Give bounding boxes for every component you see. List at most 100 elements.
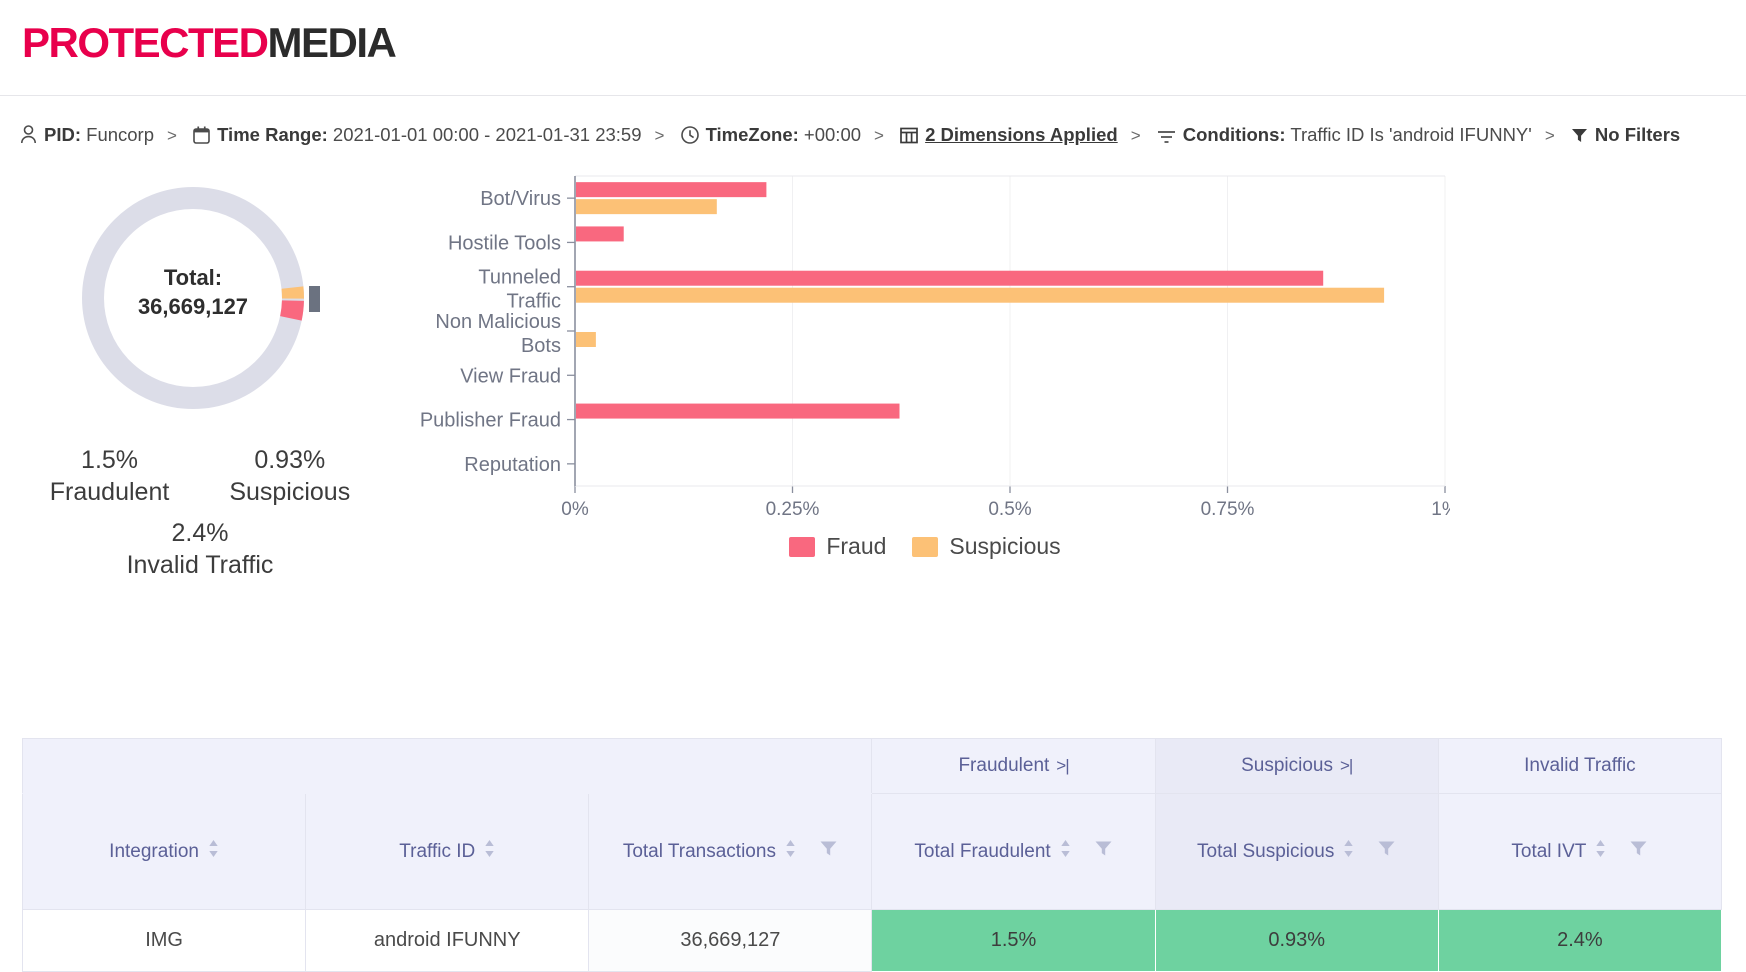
breadcrumb-label-conditions: Conditions: xyxy=(1182,124,1286,145)
filter-icon[interactable] xyxy=(1629,839,1648,864)
breadcrumb-item-conditions[interactable]: Conditions: Traffic ID Is 'android IFUNN… xyxy=(1157,124,1534,145)
table-group-header-row: Fraudulent >| Suspicious >| Invalid Traffi… xyxy=(21,738,1723,794)
filter-icon[interactable] xyxy=(819,839,838,864)
breadcrumb-separator: > xyxy=(874,126,884,145)
cell-total-ivt: 2.4% xyxy=(1437,909,1723,972)
column-header-total-transactions[interactable]: Total Transactions xyxy=(588,793,873,910)
svg-text:Traffic: Traffic xyxy=(507,291,561,313)
kpi-invalid-traffic-value: 2.4% xyxy=(171,519,229,547)
breadcrumb-label-filters: No Filters xyxy=(1594,124,1681,145)
svg-text:0.5%: 0.5% xyxy=(988,499,1031,520)
sliders-icon xyxy=(1157,115,1176,160)
bar-chart-panel: 0% 0.25% 0.5% 0.75% 1% Bot/Virus Hostile Tools… xyxy=(400,168,1459,638)
bar-chart: 0% 0.25% 0.5% 0.75% 1% Bot/Virus Hostile Tools… xyxy=(420,175,1459,520)
filter-icon[interactable] xyxy=(1377,839,1396,864)
kpi-suspicious-value: 0.93% xyxy=(254,446,326,474)
cell-traffic-id: android IFUNNY xyxy=(305,909,590,972)
breadcrumb-item-dimensions[interactable]: 2 Dimensions Applied xyxy=(900,124,1120,145)
breadcrumb-item-timezone[interactable]: TimeZone: +00:00 xyxy=(680,124,863,145)
svg-text:Bots: Bots xyxy=(521,335,561,357)
sort-arrows-icon[interactable] xyxy=(785,839,796,864)
kpi-fraudulent-value: 1.5% xyxy=(81,446,139,474)
breadcrumb-label-timezone: TimeZone: xyxy=(705,124,799,145)
breadcrumb-item-pid[interactable]: PID: Funcorp xyxy=(20,124,156,145)
brand-logo: PROTECTEDMEDIA xyxy=(22,22,1746,64)
kpi-summary: 1.5% Fraudulent 0.93% Suspicious 2.4% In… xyxy=(20,444,380,581)
breadcrumb-separator: > xyxy=(167,126,177,145)
group-header-fraudulent[interactable]: Fraudulent >| xyxy=(871,738,1156,794)
sort-arrows-icon[interactable] xyxy=(208,839,219,864)
group-header-invalid-traffic-label: Invalid Traffic xyxy=(1524,755,1636,776)
results-table: Fraudulent >| Suspicious >| Invalid Traffi… xyxy=(21,738,1723,972)
legend-label-suspicious: Suspicious xyxy=(949,533,1061,559)
svg-text:0%: 0% xyxy=(561,499,589,520)
svg-text:Publisher Fraud: Publisher Fraud xyxy=(420,410,561,432)
column-header-traffic-id-label: Traffic ID xyxy=(399,840,476,862)
kpi-invalid-traffic-label: Invalid Traffic xyxy=(126,551,274,579)
group-header-blank xyxy=(21,738,873,794)
column-header-total-ivt[interactable]: Total IVT xyxy=(1437,793,1723,910)
donut-total-value: 36,669,127 xyxy=(137,293,249,319)
cell-total-suspicious: 0.93% xyxy=(1154,909,1439,972)
donut-chart: Total: 36,669,127 xyxy=(80,178,340,418)
kpi-invalid-traffic: 2.4% Invalid Traffic xyxy=(127,517,274,581)
svg-text:View Fraud: View Fraud xyxy=(460,365,561,387)
breadcrumb-separator: > xyxy=(1544,126,1555,145)
svg-text:Reputation: Reputation xyxy=(464,454,561,476)
sort-arrows-icon[interactable] xyxy=(1595,839,1606,864)
svg-text:Bot/Virus: Bot/Virus xyxy=(480,188,561,210)
donut-total-label: Total: xyxy=(163,265,223,290)
legend-swatch-fraud xyxy=(789,536,816,557)
app-header: PROTECTEDMEDIA xyxy=(0,0,1746,96)
breadcrumb-link-dimensions[interactable]: 2 Dimensions Applied xyxy=(925,124,1118,145)
charts-section: Total: 36,669,127 1.5% Fraudulent 0.93% … xyxy=(0,168,1746,638)
column-header-total-transactions-label: Total Transactions xyxy=(622,840,776,862)
breadcrumb-value-timezone: +00:00 xyxy=(803,124,862,145)
column-header-total-ivt-label: Total IVT xyxy=(1511,840,1587,862)
legend-swatch-suspicious xyxy=(912,536,939,557)
user-icon xyxy=(20,115,37,160)
group-header-fraudulent-label: Fraudulent xyxy=(958,755,1050,776)
table-row[interactable]: IMG android IFUNNY 36,669,127 1.5% 0.93%… xyxy=(21,909,1723,972)
filter-icon[interactable] xyxy=(1094,839,1113,864)
column-header-integration[interactable]: Integration xyxy=(21,793,307,910)
kpi-fraudulent: 1.5% Fraudulent xyxy=(50,444,170,508)
sort-arrows-icon[interactable] xyxy=(1343,839,1354,864)
svg-text:Tunneled: Tunneled xyxy=(478,267,561,289)
legend-label-fraud: Fraud xyxy=(826,533,887,559)
cell-total-transactions: 36,669,127 xyxy=(588,909,873,972)
svg-text:Non Malicious: Non Malicious xyxy=(435,311,561,333)
legend-item-suspicious[interactable]: Suspicious xyxy=(912,533,1061,560)
breadcrumb: PID: Funcorp > Time Range: 2021-01-01 00:… xyxy=(0,96,1746,168)
logo-text-primary: PROTECTED xyxy=(22,19,269,66)
breadcrumb-value-conditions: Traffic ID Is 'android IFUNNY' xyxy=(1290,124,1532,145)
clock-icon xyxy=(680,115,699,160)
svg-text:Hostile Tools: Hostile Tools xyxy=(448,232,561,254)
kpi-suspicious: 0.93% Suspicious xyxy=(229,444,350,508)
column-header-total-fraudulent-label: Total Fraudulent xyxy=(914,840,1051,862)
breadcrumb-item-filters[interactable]: No Filters xyxy=(1571,124,1682,145)
breadcrumb-separator: > xyxy=(1130,126,1141,145)
breadcrumb-label-time-range: Time Range: xyxy=(217,124,328,145)
expand-icon[interactable]: >| xyxy=(1340,756,1353,775)
column-header-total-fraudulent[interactable]: Total Fraudulent xyxy=(871,793,1156,910)
expand-icon[interactable]: >| xyxy=(1056,756,1069,775)
column-header-integration-label: Integration xyxy=(109,840,199,862)
column-header-traffic-id[interactable]: Traffic ID xyxy=(305,793,590,910)
cell-integration: IMG xyxy=(21,909,307,972)
donut-center-text: Total: 36,669,127 xyxy=(80,264,306,321)
donut-chart-panel: Total: 36,669,127 1.5% Fraudulent 0.93% … xyxy=(20,178,400,581)
filter-icon xyxy=(1571,115,1588,160)
sort-arrows-icon[interactable] xyxy=(1060,839,1071,864)
column-header-total-suspicious[interactable]: Total Suspicious xyxy=(1154,793,1439,910)
svg-text:0.25%: 0.25% xyxy=(766,499,820,520)
group-header-suspicious-label: Suspicious xyxy=(1241,755,1333,776)
column-header-total-suspicious-label: Total Suspicious xyxy=(1197,840,1335,862)
sort-arrows-icon[interactable] xyxy=(484,839,495,864)
legend-item-fraud[interactable]: Fraud xyxy=(789,533,886,560)
group-header-suspicious[interactable]: Suspicious >| xyxy=(1154,738,1439,794)
group-header-invalid-traffic[interactable]: Invalid Traffic xyxy=(1437,738,1723,794)
breadcrumb-item-time-range[interactable]: Time Range: 2021-01-01 00:00 - 2021-01-3… xyxy=(193,124,643,145)
donut-ivt-marker xyxy=(309,286,320,312)
svg-text:0.75%: 0.75% xyxy=(1201,499,1255,520)
